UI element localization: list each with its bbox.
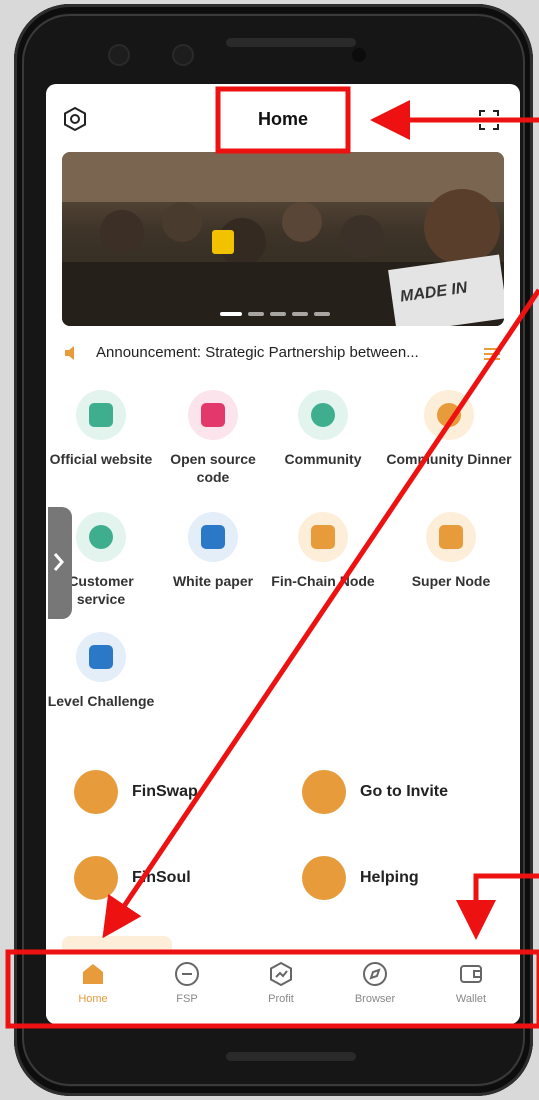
highlight-box-title	[215, 86, 351, 154]
arrow-to-wallet-nav	[456, 873, 539, 940]
arrow-to-home-nav	[102, 288, 539, 939]
highlight-box-nav	[5, 949, 539, 1029]
annotation-layer	[5, 86, 539, 1029]
